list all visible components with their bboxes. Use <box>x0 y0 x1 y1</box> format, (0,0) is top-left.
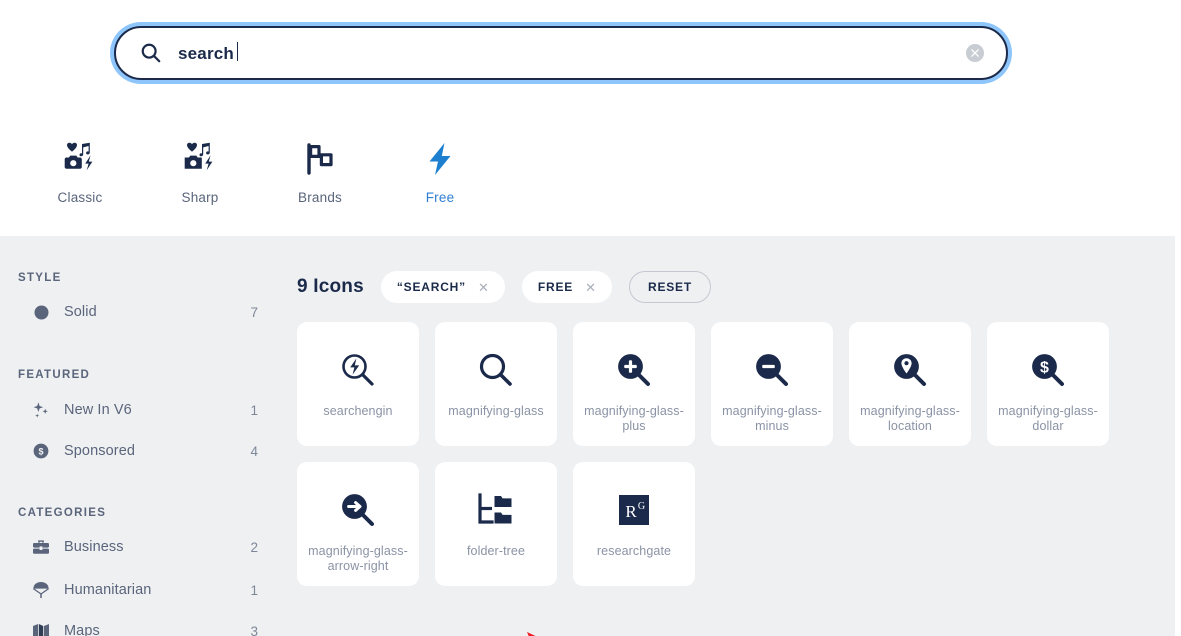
reset-label: RESET <box>647 280 692 294</box>
search-input-value: search <box>178 41 239 63</box>
magnifying-glass-plus-icon <box>615 348 653 392</box>
remove-filter-icon[interactable]: ✕ <box>478 281 489 294</box>
filter-pill-free[interactable]: FREE ✕ <box>521 271 612 303</box>
tab-label: Sharp <box>181 190 219 205</box>
researchgate-icon: R G <box>617 488 651 532</box>
results-count: 9 Icons <box>297 276 364 297</box>
content-right-margin <box>1175 236 1181 636</box>
icon-card-label: magnifying-glass <box>448 404 544 418</box>
icon-card-researchgate[interactable]: R G researchgate <box>573 462 695 586</box>
filter-pill-label: FREE <box>537 280 574 294</box>
close-icon <box>971 49 979 57</box>
icon-card-label: magnifying-glass-plus <box>584 404 684 433</box>
filter-pill-label: “SEARCH” <box>396 280 466 294</box>
sidebar-section-title-categories: CATEGORIES <box>18 507 107 519</box>
reset-filters-button[interactable]: RESET <box>628 271 711 303</box>
icon-card-label: magnifying-glass-dollar <box>998 404 1098 433</box>
parachute-icon <box>28 581 54 599</box>
icon-card-searchengin[interactable]: searchengin <box>297 322 419 446</box>
sidebar-item-label: Sponsored <box>64 443 136 459</box>
magnifying-glass-minus-icon <box>753 348 791 392</box>
sidebar-item-sponsored[interactable]: $ Sponsored 4 <box>28 443 258 459</box>
sidebar-item-label: Business <box>64 539 124 555</box>
icon-card-magnifying-glass-dollar[interactable]: $ magnifying-glass-dollar <box>987 322 1109 446</box>
icon-card-magnifying-glass-arrow-right[interactable]: magnifying-glass-arrow-right <box>297 462 419 586</box>
tab-label: Classic <box>57 190 103 205</box>
sidebar-item-count: 3 <box>250 623 258 636</box>
solid-circle-icon <box>28 305 54 320</box>
svg-text:R: R <box>625 502 637 521</box>
icon-card-label: folder-tree <box>466 544 526 558</box>
filter-sidebar: STYLE Solid 7 FEATURED New In V6 1 $ Spo… <box>0 236 275 636</box>
sidebar-item-solid[interactable]: Solid 7 <box>28 304 258 320</box>
sidebar-item-count: 1 <box>250 402 258 418</box>
results-header: 9 Icons “SEARCH” ✕ FREE ✕ RESET <box>297 271 711 303</box>
sidebar-section-title-featured: FEATURED <box>18 369 91 381</box>
tab-list: Classic Sharp Brands Free <box>20 120 500 228</box>
search-bar-container: search <box>110 22 1012 84</box>
tab-label: Free <box>425 190 455 205</box>
searchengin-icon <box>339 348 377 392</box>
icon-card-folder-tree[interactable]: folder-tree <box>435 462 557 586</box>
tab-sharp[interactable]: Sharp <box>140 120 260 228</box>
sidebar-section-title-style: STYLE <box>18 272 62 284</box>
icon-card-label: magnifying-glass-location <box>860 404 960 433</box>
icon-card-label: magnifying-glass-arrow-right <box>308 544 408 573</box>
sparkles-icon <box>28 401 54 419</box>
tab-classic[interactable]: Classic <box>20 120 140 228</box>
briefcase-icon <box>28 539 54 555</box>
sidebar-item-count: 2 <box>250 539 258 555</box>
sidebar-item-label: Maps <box>64 623 100 636</box>
tab-free[interactable]: Free <box>380 120 500 228</box>
map-icon <box>28 623 54 636</box>
tab-brands[interactable]: Brands <box>260 120 380 228</box>
svg-text:G: G <box>638 501 645 512</box>
sidebar-item-humanitarian[interactable]: Humanitarian 1 <box>28 581 258 599</box>
icon-grid-row: magnifying-glass-arrow-right folder-tree <box>297 462 1117 586</box>
icon-card-magnifying-glass-minus[interactable]: magnifying-glass-minus <box>711 322 833 446</box>
tab-label: Brands <box>298 190 342 205</box>
sidebar-item-new-in-v6[interactable]: New In V6 1 <box>28 401 258 419</box>
search-input[interactable]: search <box>114 26 1008 80</box>
magnifying-glass-dollar-icon: $ <box>1029 348 1067 392</box>
icon-card-label: researchgate <box>596 544 672 558</box>
icon-card-label: searchengin <box>323 404 393 418</box>
icon-grid-row: searchengin magnifying-glass magnifying-… <box>297 322 1117 446</box>
icon-card-magnifying-glass-plus[interactable]: magnifying-glass-plus <box>573 322 695 446</box>
magnifying-glass-location-icon <box>891 348 929 392</box>
remove-filter-icon[interactable]: ✕ <box>585 281 596 294</box>
svg-text:$: $ <box>38 446 43 456</box>
svg-text:$: $ <box>1040 359 1049 376</box>
dollar-circle-icon: $ <box>28 443 54 459</box>
search-icon <box>141 43 161 63</box>
sharp-style-icon <box>179 138 221 180</box>
filter-pill-search[interactable]: “SEARCH” ✕ <box>380 271 505 303</box>
icon-search-page: search Classic Sharp Brands Free STYLE S… <box>0 0 1181 636</box>
sidebar-item-count: 4 <box>250 443 258 459</box>
sidebar-item-label: Solid <box>64 304 97 320</box>
sidebar-item-label: Humanitarian <box>64 582 152 598</box>
sidebar-item-count: 7 <box>250 304 258 320</box>
icon-card-magnifying-glass[interactable]: magnifying-glass <box>435 322 557 446</box>
folder-tree-icon <box>477 488 515 532</box>
icon-card-magnifying-glass-location[interactable]: magnifying-glass-location <box>849 322 971 446</box>
magnifying-glass-arrow-right-icon <box>339 488 377 532</box>
flag-brands-icon <box>303 138 337 180</box>
content-area: STYLE Solid 7 FEATURED New In V6 1 $ Spo… <box>0 236 1175 636</box>
style-tab-bar: Classic Sharp Brands Free <box>0 120 1181 350</box>
clear-search-button[interactable] <box>966 44 984 62</box>
icon-card-label: magnifying-glass-minus <box>722 404 822 433</box>
sidebar-item-business[interactable]: Business 2 <box>28 539 258 555</box>
sidebar-item-maps[interactable]: Maps 3 <box>28 623 258 636</box>
bolt-free-icon <box>423 138 457 180</box>
sidebar-item-label: New In V6 <box>64 402 132 418</box>
annotation-arrow-to-magnifying-glass <box>527 632 536 636</box>
magnifying-glass-icon <box>477 348 515 392</box>
classic-style-icon <box>59 138 101 180</box>
sidebar-item-count: 1 <box>250 582 258 598</box>
icon-results-grid: searchengin magnifying-glass magnifying-… <box>297 322 1117 602</box>
